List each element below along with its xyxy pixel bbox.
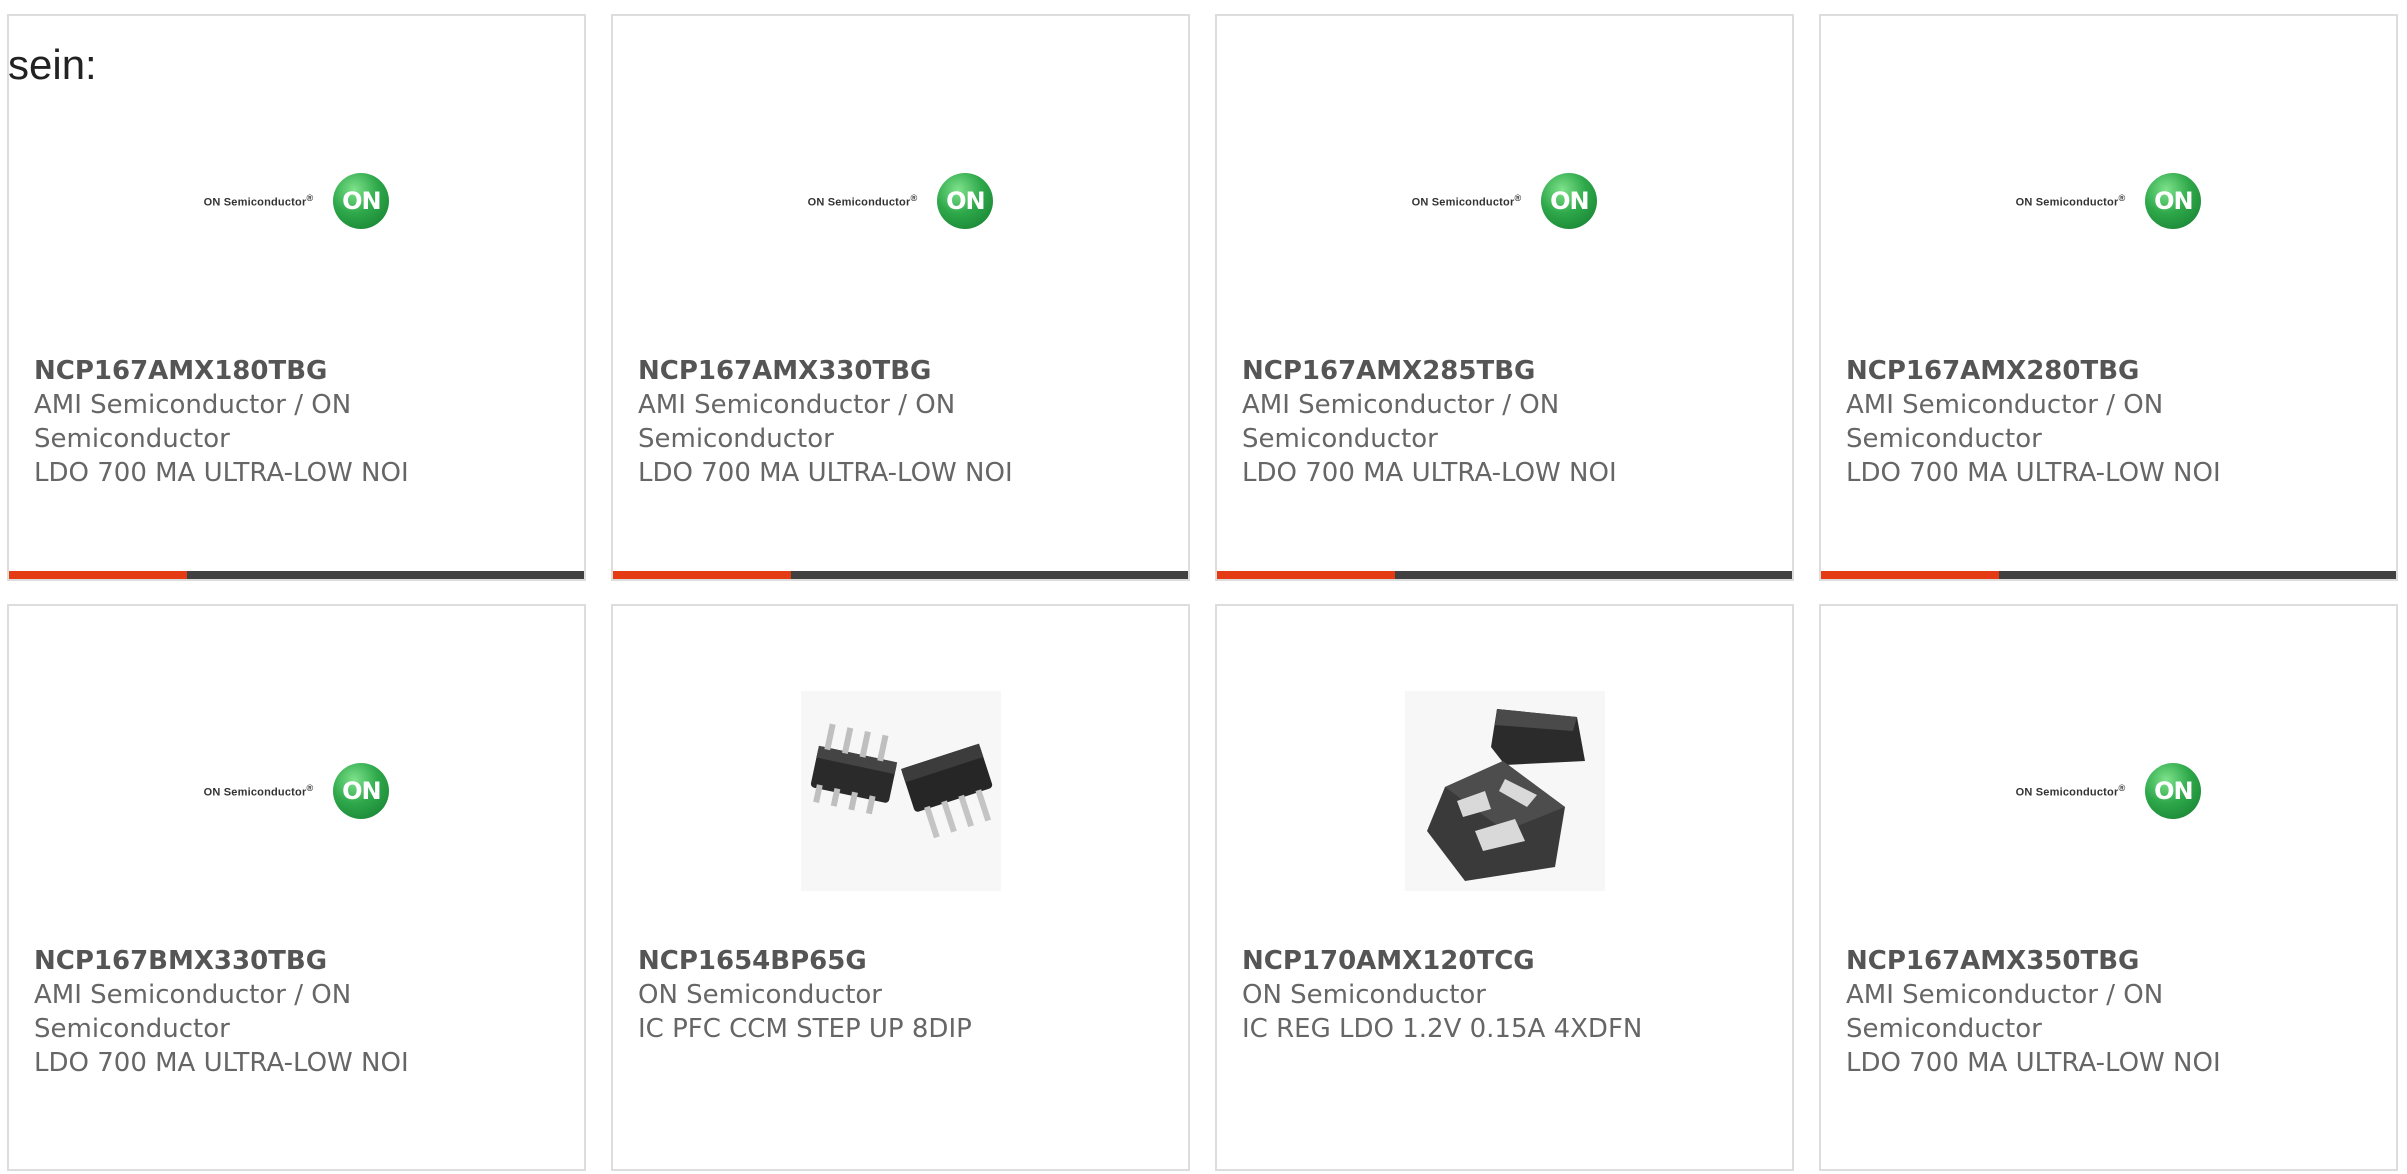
- product-info: NCP167AMX330TBG AMI Semiconductor / ON S…: [638, 354, 1168, 490]
- on-semiconductor-logo: ON Semiconductor® ON: [1412, 173, 1598, 229]
- product-manufacturer: AMI Semiconductor / ON: [638, 390, 956, 420]
- product-manufacturer: ON Semiconductor: [638, 980, 882, 1010]
- dip8-chip-image: [800, 691, 1001, 891]
- progress-fill: [1821, 571, 2000, 579]
- product-manufacturer-cont: Semiconductor: [34, 424, 230, 454]
- product-manufacturer: AMI Semiconductor / ON: [1846, 390, 2164, 420]
- product-description: LDO 700 MA ULTRA-LOW NOI: [1242, 458, 1617, 488]
- product-image: ON Semiconductor® ON: [1821, 646, 2396, 936]
- product-card[interactable]: ON Semiconductor® ON NCP167AMX350TBG AMI…: [1819, 604, 2398, 1171]
- on-semiconductor-logo: ON Semiconductor® ON: [204, 173, 390, 229]
- product-info: NCP170AMX120TCG ON Semiconductor IC REG …: [1242, 944, 1772, 1046]
- product-manufacturer-cont: Semiconductor: [1242, 424, 1438, 454]
- product-part-number[interactable]: NCP167AMX350TBG: [1846, 944, 2376, 978]
- intro-text: sein:: [8, 41, 97, 88]
- product-image: ON Semiconductor® ON: [1217, 56, 1792, 346]
- product-card[interactable]: ON Semiconductor® ON NCP167AMX285TBG AMI…: [1215, 14, 1794, 581]
- product-info: NCP167AMX285TBG AMI Semiconductor / ON S…: [1242, 354, 1772, 490]
- product-manufacturer: AMI Semiconductor / ON: [1846, 980, 2164, 1010]
- product-part-number[interactable]: NCP167AMX180TBG: [34, 354, 564, 388]
- progress-fill: [1217, 571, 1396, 579]
- product-manufacturer: AMI Semiconductor / ON: [34, 980, 352, 1010]
- product-info: NCP167AMX280TBG AMI Semiconductor / ON S…: [1846, 354, 2376, 490]
- product-part-number[interactable]: NCP167AMX280TBG: [1846, 354, 2376, 388]
- product-card[interactable]: ON Semiconductor® ON NCP167AMX280TBG AMI…: [1819, 14, 2398, 581]
- product-part-number[interactable]: NCP170AMX120TCG: [1242, 944, 1772, 978]
- product-image: ON Semiconductor® ON: [613, 56, 1188, 346]
- product-manufacturer-cont: Semiconductor: [1846, 424, 2042, 454]
- product-info: NCP167AMX350TBG AMI Semiconductor / ON S…: [1846, 944, 2376, 1080]
- product-part-number[interactable]: NCP167BMX330TBG: [34, 944, 564, 978]
- product-card[interactable]: ON Semiconductor® ON NCP167AMX180TBG AMI…: [7, 14, 586, 581]
- product-card[interactable]: ON Semiconductor® ON NCP167BMX330TBG AMI…: [7, 604, 586, 1171]
- on-semiconductor-logo: ON Semiconductor® ON: [2016, 173, 2202, 229]
- product-image: [1217, 646, 1792, 936]
- product-part-number[interactable]: NCP1654BP65G: [638, 944, 1168, 978]
- product-image: ON Semiconductor® ON: [9, 56, 584, 346]
- product-description: IC REG LDO 1.2V 0.15A 4XDFN: [1242, 1014, 1643, 1044]
- progress-fill: [9, 571, 188, 579]
- product-manufacturer-cont: Semiconductor: [638, 424, 834, 454]
- card-progress-bar: [613, 571, 1188, 579]
- card-progress-bar: [1217, 571, 1792, 579]
- product-description: LDO 700 MA ULTRA-LOW NOI: [34, 458, 409, 488]
- product-card[interactable]: NCP1654BP65G ON Semiconductor IC PFC CCM…: [611, 604, 1190, 1171]
- product-description: IC PFC CCM STEP UP 8DIP: [638, 1014, 972, 1044]
- product-image: ON Semiconductor® ON: [1821, 56, 2396, 346]
- progress-fill: [613, 571, 792, 579]
- product-description: LDO 700 MA ULTRA-LOW NOI: [638, 458, 1013, 488]
- product-description: LDO 700 MA ULTRA-LOW NOI: [1846, 458, 2221, 488]
- product-description: LDO 700 MA ULTRA-LOW NOI: [34, 1048, 409, 1078]
- product-info: NCP167AMX180TBG AMI Semiconductor / ON S…: [34, 354, 564, 490]
- card-progress-bar: [1821, 571, 2396, 579]
- on-semiconductor-logo: ON Semiconductor® ON: [204, 763, 390, 819]
- product-info: NCP167BMX330TBG AMI Semiconductor / ON S…: [34, 944, 564, 1080]
- product-manufacturer: AMI Semiconductor / ON: [34, 390, 352, 420]
- xdfn-chip-image: [1404, 691, 1605, 891]
- product-card[interactable]: NCP170AMX120TCG ON Semiconductor IC REG …: [1215, 604, 1794, 1171]
- product-manufacturer: ON Semiconductor: [1242, 980, 1486, 1010]
- product-part-number[interactable]: NCP167AMX330TBG: [638, 354, 1168, 388]
- product-info: NCP1654BP65G ON Semiconductor IC PFC CCM…: [638, 944, 1168, 1046]
- on-semiconductor-logo: ON Semiconductor® ON: [808, 173, 994, 229]
- product-manufacturer-cont: Semiconductor: [34, 1014, 230, 1044]
- product-card[interactable]: ON Semiconductor® ON NCP167AMX330TBG AMI…: [611, 14, 1190, 581]
- product-part-number[interactable]: NCP167AMX285TBG: [1242, 354, 1772, 388]
- product-manufacturer: AMI Semiconductor / ON: [1242, 390, 1560, 420]
- product-grid: ON Semiconductor® ON NCP167AMX180TBG AMI…: [7, 14, 2407, 1174]
- product-description: LDO 700 MA ULTRA-LOW NOI: [1846, 1048, 2221, 1078]
- card-progress-bar: [9, 571, 584, 579]
- product-image: ON Semiconductor® ON: [9, 646, 584, 936]
- product-image: [613, 646, 1188, 936]
- product-manufacturer-cont: Semiconductor: [1846, 1014, 2042, 1044]
- on-semiconductor-logo: ON Semiconductor® ON: [2016, 763, 2202, 819]
